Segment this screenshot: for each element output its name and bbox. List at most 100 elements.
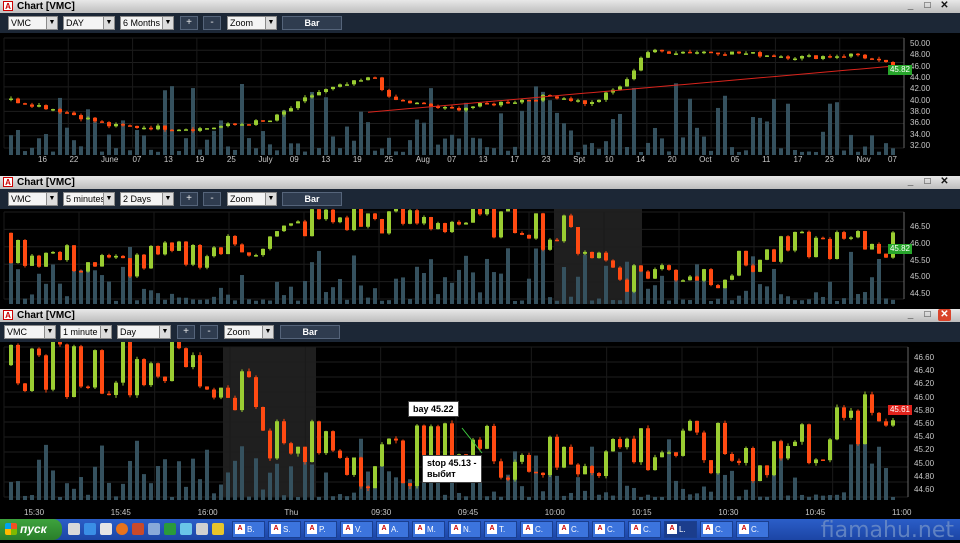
range-select[interactable]: 6 Months ▼ bbox=[120, 16, 174, 30]
symbol-select[interactable]: VMC ▼ bbox=[4, 325, 56, 339]
taskbar-task-label: B. bbox=[247, 525, 255, 534]
candle-body bbox=[835, 56, 839, 58]
taskbar-task-button[interactable]: A C. bbox=[628, 521, 661, 538]
candle-body bbox=[877, 243, 881, 254]
interval-select[interactable]: DAY ▼ bbox=[63, 16, 115, 30]
quicklaunch-icon[interactable] bbox=[68, 523, 80, 535]
taskbar-task-button[interactable]: A C. bbox=[556, 521, 589, 538]
candle-body bbox=[709, 269, 713, 286]
zoom-out-button[interactable]: - bbox=[203, 16, 221, 30]
quicklaunch-icon[interactable] bbox=[148, 523, 160, 535]
symbol-select[interactable]: VMC ▼ bbox=[8, 16, 58, 30]
taskbar-task-button[interactable]: A P. bbox=[304, 521, 337, 538]
volume-bar bbox=[730, 300, 734, 304]
taskbar-task-button[interactable]: A C. bbox=[736, 521, 769, 538]
start-button[interactable]: пуск bbox=[0, 519, 62, 540]
volume-bar bbox=[282, 110, 286, 155]
tool-select[interactable]: Zoom ▼ bbox=[227, 192, 277, 206]
quicklaunch-icon[interactable] bbox=[180, 523, 192, 535]
firefox-icon[interactable] bbox=[116, 523, 128, 535]
quicklaunch-icon[interactable] bbox=[100, 523, 112, 535]
close-icon[interactable]: ✕ bbox=[938, 309, 951, 321]
price-axis-label: 42.00 bbox=[910, 84, 931, 94]
interval-select[interactable]: 5 minutes ▼ bbox=[63, 192, 115, 206]
quicklaunch-icon[interactable] bbox=[196, 523, 208, 535]
candle-body bbox=[751, 52, 755, 54]
zoom-out-button[interactable]: - bbox=[200, 325, 218, 339]
volume-bar bbox=[751, 117, 755, 155]
quicklaunch-icon[interactable] bbox=[164, 523, 176, 535]
bar-type-button[interactable]: Bar bbox=[282, 16, 342, 30]
candle-body bbox=[289, 108, 293, 112]
candle-body bbox=[478, 103, 482, 107]
chart-canvas[interactable] bbox=[0, 209, 960, 306]
candle-body bbox=[177, 129, 181, 132]
price-axis-label: 44.60 bbox=[914, 485, 935, 494]
maximize-icon[interactable]: □ bbox=[921, 0, 934, 12]
taskbar-task-button[interactable]: A N. bbox=[448, 521, 481, 538]
tool-select[interactable]: Zoom ▼ bbox=[224, 325, 274, 339]
volume-bar bbox=[142, 135, 146, 155]
interval-select[interactable]: 1 minute ▼ bbox=[60, 325, 112, 339]
taskbar-task-button[interactable]: A T. bbox=[484, 521, 517, 538]
candle-body bbox=[261, 248, 265, 256]
candle-body bbox=[163, 125, 167, 130]
taskbar-task-button[interactable]: A V. bbox=[340, 521, 373, 538]
taskbar-task-button[interactable]: A B. bbox=[232, 521, 265, 538]
symbol-select[interactable]: VMC ▼ bbox=[8, 192, 58, 206]
quicklaunch-icon[interactable] bbox=[132, 523, 144, 535]
volume-bar bbox=[569, 130, 573, 155]
candle-body bbox=[23, 239, 27, 266]
minimize-icon[interactable]: _ bbox=[904, 176, 917, 188]
taskbar-task-button[interactable]: A A. bbox=[376, 521, 409, 538]
taskbar-task-button[interactable]: A C. bbox=[520, 521, 553, 538]
volume-bar bbox=[324, 292, 328, 304]
chart-canvas[interactable] bbox=[0, 342, 960, 519]
maximize-icon[interactable]: □ bbox=[921, 309, 934, 321]
taskbar-task-button[interactable]: A M. bbox=[412, 521, 445, 538]
candle-body bbox=[254, 377, 258, 408]
bar-type-button[interactable]: Bar bbox=[280, 325, 340, 339]
taskbar-task-button[interactable]: A L. bbox=[664, 521, 697, 538]
maximize-icon[interactable]: □ bbox=[921, 176, 934, 188]
quicklaunch-icon[interactable] bbox=[212, 523, 224, 535]
window-titlebar[interactable]: A Chart [VMC] _ □ ✕ bbox=[0, 0, 960, 13]
quicklaunch-icon[interactable] bbox=[84, 523, 96, 535]
taskbar-task-button[interactable]: A C. bbox=[592, 521, 625, 538]
volume-bar bbox=[562, 123, 566, 155]
tool-select[interactable]: Zoom ▼ bbox=[227, 16, 277, 30]
zoom-out-button[interactable]: - bbox=[203, 192, 221, 206]
window-titlebar[interactable]: A Chart [VMC] _ □ ✕ bbox=[0, 176, 960, 189]
close-icon[interactable]: ✕ bbox=[938, 176, 951, 188]
price-axis-label: 45.20 bbox=[914, 445, 935, 455]
price-plot[interactable]: 50.00 48.00 46.00 44.00 42.00 40.00 38.00 36.00… bbox=[0, 33, 960, 173]
candle-body bbox=[317, 421, 321, 454]
range-select[interactable]: 2 Days ▼ bbox=[120, 192, 174, 206]
minimize-icon[interactable]: _ bbox=[904, 0, 917, 12]
candle-body bbox=[569, 446, 573, 465]
time-axis-label: 13 bbox=[163, 155, 173, 164]
candle-body bbox=[576, 100, 580, 102]
price-plot[interactable]: 46.50 46.00 45.50 45.00 44.50 45.82 bbox=[0, 209, 960, 306]
time-axis-label: 05 bbox=[730, 155, 740, 164]
candle-body bbox=[828, 238, 832, 259]
volume-bar bbox=[331, 287, 335, 304]
volume-bar bbox=[513, 146, 517, 155]
bar-type-button[interactable]: Bar bbox=[282, 192, 342, 206]
zoom-in-button[interactable]: + bbox=[180, 192, 198, 206]
taskbar-task-button[interactable]: A C. bbox=[700, 521, 733, 538]
candle-body bbox=[324, 209, 328, 220]
minimize-icon[interactable]: _ bbox=[904, 309, 917, 321]
candle-body bbox=[16, 239, 20, 264]
taskbar-task-button[interactable]: A S. bbox=[268, 521, 301, 538]
price-plot[interactable]: 46.60 46.40 46.20 46.00 45.80 45.60 45.40 45.20… bbox=[0, 342, 960, 519]
window-titlebar[interactable]: A Chart [VMC] _ □ ✕ bbox=[0, 309, 960, 322]
chart-canvas[interactable] bbox=[0, 33, 960, 173]
zoom-in-button[interactable]: + bbox=[180, 16, 198, 30]
range-select[interactable]: Day ▼ bbox=[117, 325, 171, 339]
zoom-in-button[interactable]: + bbox=[177, 325, 195, 339]
close-icon[interactable]: ✕ bbox=[938, 0, 951, 12]
candle-body bbox=[79, 346, 83, 387]
candle-body bbox=[807, 424, 811, 464]
volume-bar bbox=[261, 131, 265, 155]
